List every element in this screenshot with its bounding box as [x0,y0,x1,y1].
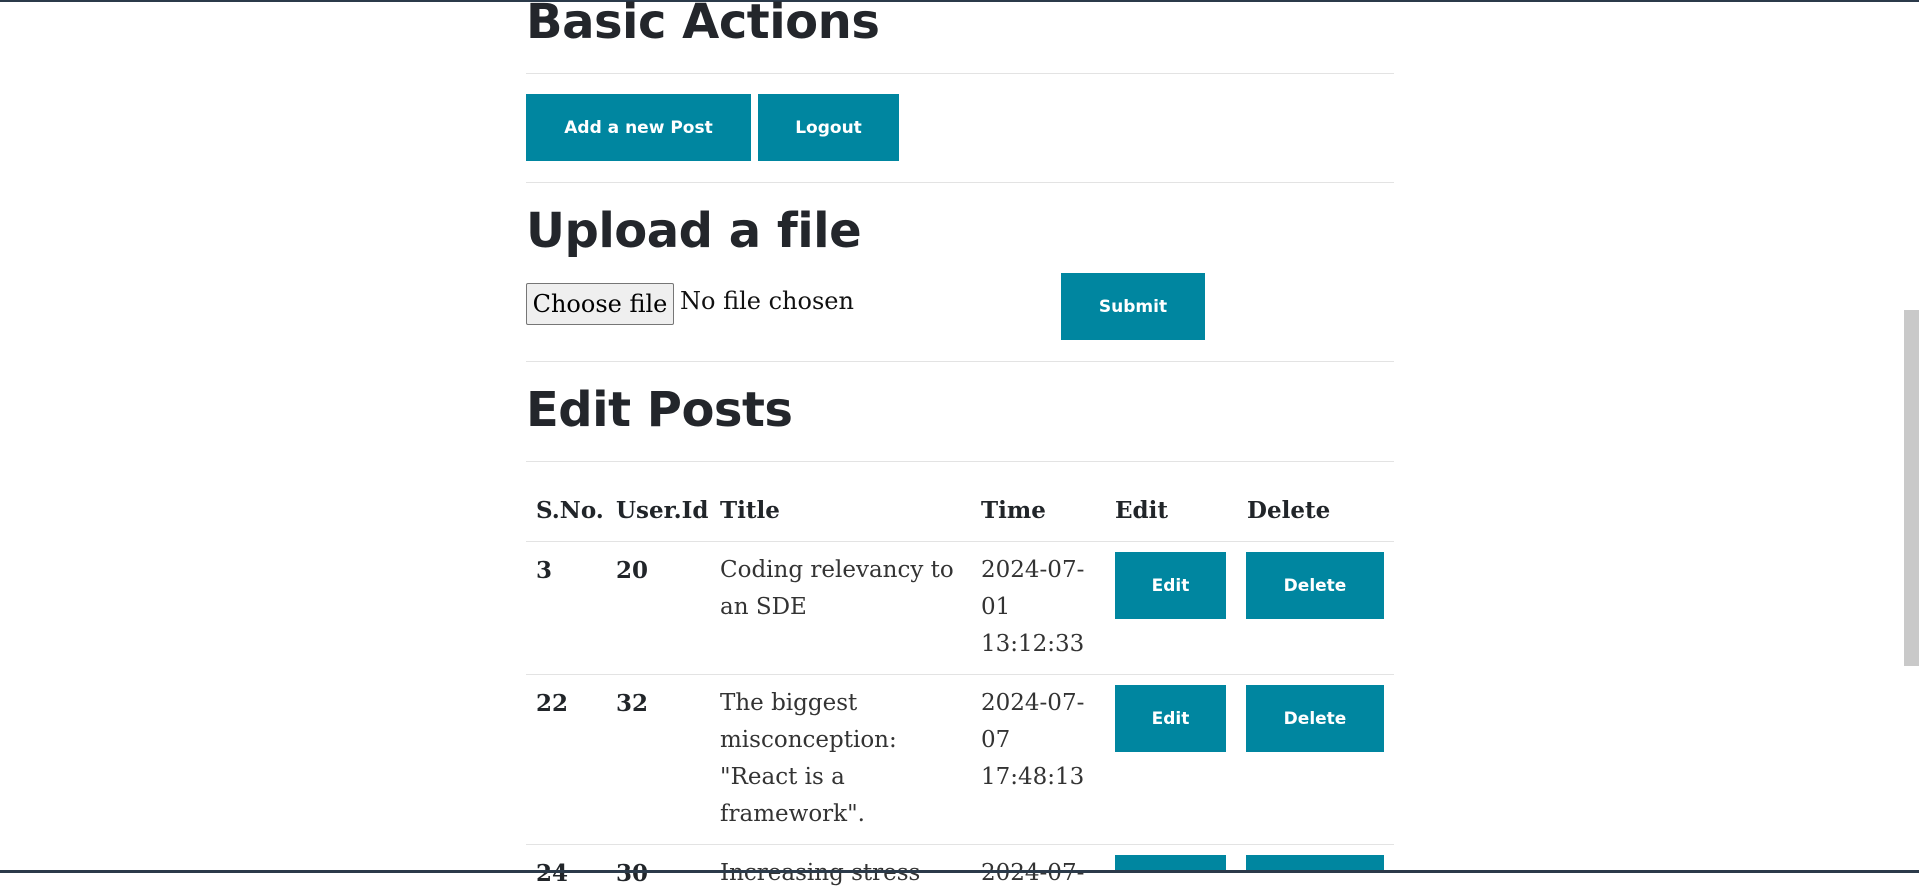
cell-title: Coding relevancy to an SDE [720,557,954,620]
row-divider [526,674,1394,675]
submit-button[interactable]: Submit [1061,273,1205,340]
logout-button[interactable]: Logout [758,94,899,161]
basic-actions-heading: Basic Actions [526,0,880,50]
edit-post-button[interactable]: Edit [1115,685,1226,752]
cell-user-id: 32 [616,690,649,717]
window-top-border [0,0,1919,2]
row-divider [526,844,1394,845]
cell-user-id: 20 [616,557,649,584]
choose-file-button[interactable]: Choose file [526,283,674,325]
edit-post-button[interactable]: Edit [1115,552,1226,619]
cell-sno: 22 [536,690,569,717]
divider [526,182,1394,183]
delete-post-button[interactable] [1246,855,1384,870]
add-new-post-button[interactable]: Add a new Post [526,94,751,161]
cell-title: The biggest misconception: "React is a f… [720,690,897,827]
cell-time: 2024-07- [981,860,1085,886]
scrollbar-thumb[interactable] [1904,310,1919,666]
delete-post-button[interactable]: Delete [1246,685,1384,752]
column-header-user-id: User.Id [616,497,709,524]
cell-sno: 24 [536,860,569,887]
delete-post-button[interactable]: Delete [1246,552,1384,619]
divider [526,73,1394,74]
divider [526,461,1394,462]
column-header-edit: Edit [1115,497,1168,524]
upload-file-heading: Upload a file [526,203,862,259]
edit-post-button[interactable] [1115,855,1226,870]
row-divider [526,541,1394,542]
column-header-title: Title [720,497,780,524]
column-header-sno: S.No. [536,497,604,524]
cell-user-id: 30 [616,860,649,887]
edit-posts-heading: Edit Posts [526,382,793,438]
divider [526,361,1394,362]
cell-sno: 3 [536,557,553,584]
cell-title: Increasing stress [720,860,921,886]
file-status-text: No file chosen [680,287,854,315]
cell-time: 2024-07-01 13:12:33 [981,557,1085,657]
column-header-time: Time [981,497,1046,524]
cell-time: 2024-07-07 17:48:13 [981,690,1085,790]
column-header-delete: Delete [1247,497,1331,524]
